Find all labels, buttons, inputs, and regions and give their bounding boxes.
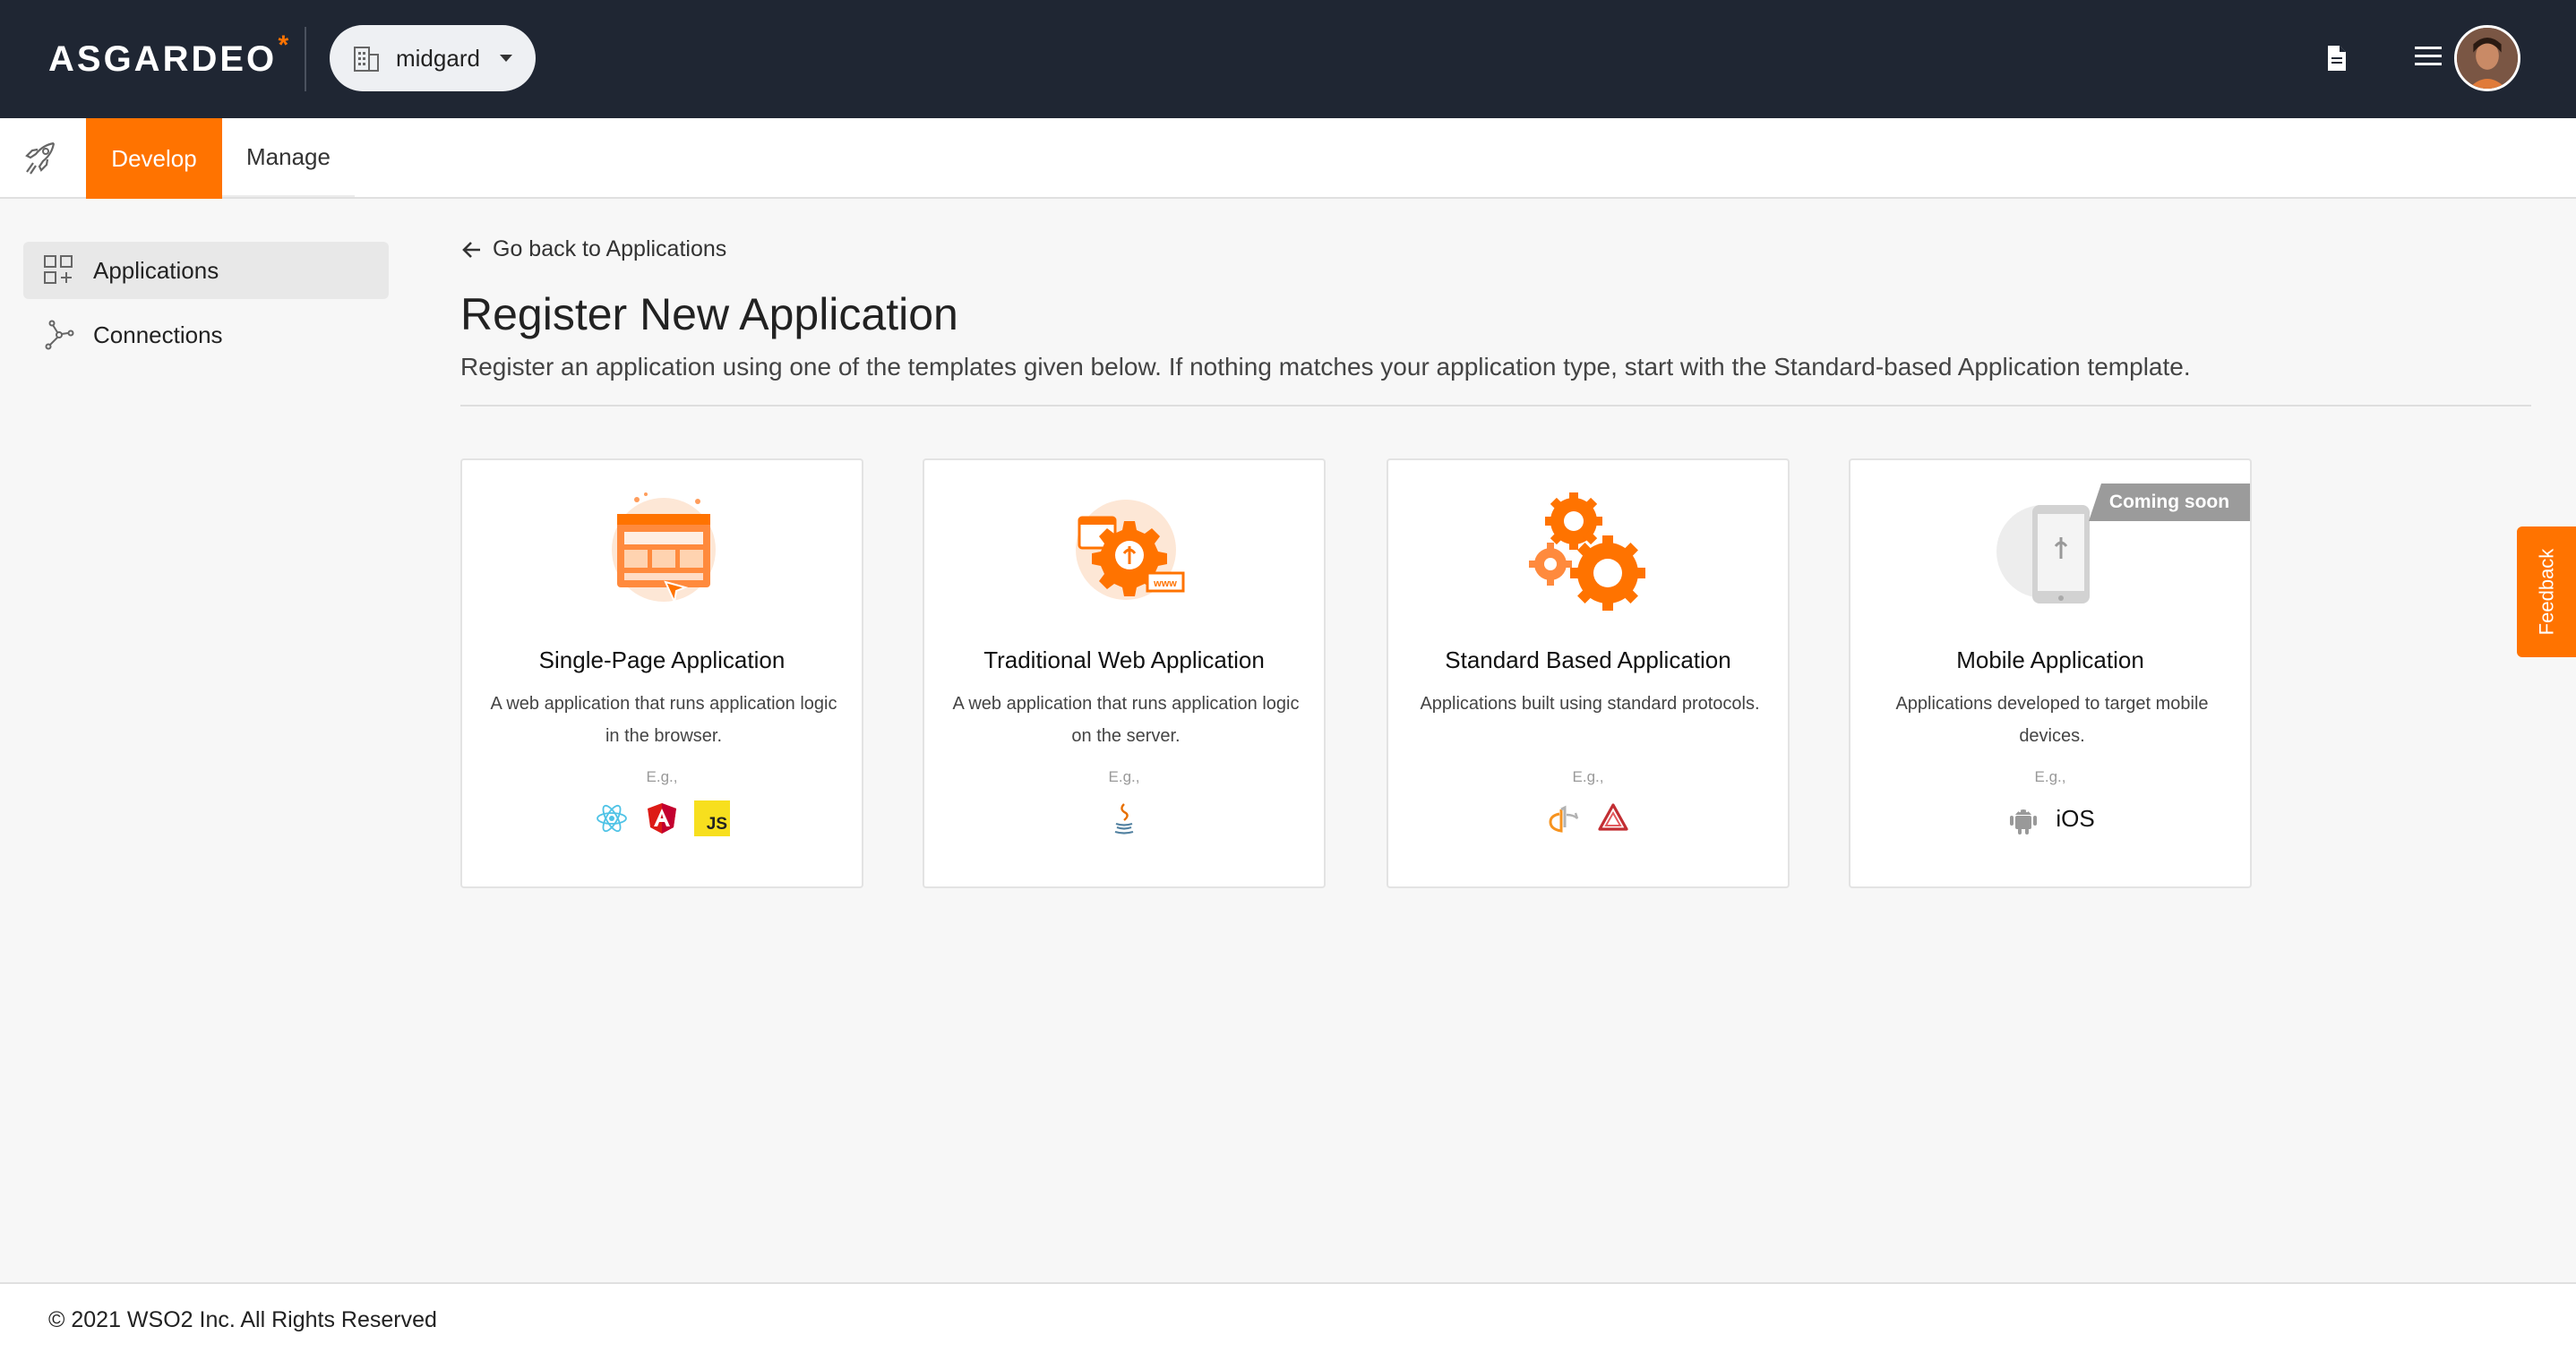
ios-label: iOS (2056, 804, 2095, 832)
card-eg-label: E.g., (2034, 768, 2066, 785)
user-avatar[interactable] (2454, 25, 2520, 91)
template-card-standard-based[interactable]: Standard Based Application Applications … (1387, 458, 1790, 888)
card-description: Applications developed to target mobile … (1895, 694, 2209, 746)
card-tech-icons (924, 800, 1324, 836)
hamburger-menu-icon[interactable] (2415, 45, 2442, 68)
sidebar-item-connections[interactable]: Connections (23, 306, 389, 364)
page-title: Register New Application (460, 289, 958, 339)
openid-icon (1549, 805, 1579, 833)
divider (460, 405, 2531, 407)
card-title: Standard Based Application (1445, 646, 1731, 673)
card-title: Traditional Web Application (983, 646, 1265, 673)
card-description: A web application that runs application … (490, 694, 837, 746)
applications-grid-icon (44, 255, 73, 284)
card-description: Applications built using standard protoc… (1420, 694, 1760, 714)
card-eg-label: E.g., (646, 768, 678, 785)
tab-bar: Develop Manage (0, 118, 2576, 199)
card-tech-icons: JS (462, 800, 862, 836)
organization-switcher[interactable]: midgard (330, 25, 536, 91)
organization-name: midgard (396, 44, 480, 72)
javascript-icon: JS (694, 800, 730, 836)
traditional-web-app-illustration: www (1076, 500, 1185, 600)
android-icon (2010, 809, 2038, 835)
page-description: Register an application using one of the… (460, 353, 2191, 381)
feedback-button[interactable]: Feedback (2517, 526, 2576, 657)
javascript-icon-label: JS (706, 815, 727, 834)
template-card-traditional-web[interactable]: www Traditional Web Application A web ap… (923, 458, 1326, 888)
card-title: Mobile Application (1956, 646, 2144, 673)
template-card-spa[interactable]: Single-Page Application A web applicatio… (460, 458, 863, 888)
copyright-text: © 2021 WSO2 Inc. All Rights Reserved (48, 1307, 437, 1332)
avatar-image (2457, 28, 2518, 89)
card-description: A web application that runs application … (952, 694, 1300, 746)
logo-mark: * (278, 30, 292, 60)
footer: © 2021 WSO2 Inc. All Rights Reserved (0, 1282, 2576, 1361)
card-tech-icons: iOS (1850, 800, 2250, 836)
document-icon[interactable] (2325, 45, 2348, 72)
single-page-app-illustration (612, 492, 716, 605)
building-icon (354, 47, 379, 72)
sidebar-item-label: Connections (93, 321, 223, 348)
back-to-applications-link[interactable]: Go back to Applications (460, 236, 726, 262)
card-title: Single-Page Application (538, 646, 786, 673)
saml-icon (1598, 803, 1628, 831)
angular-icon (648, 803, 676, 834)
connections-icon (45, 320, 74, 350)
template-card-mobile[interactable]: Coming soon Mobile Application Applicati… (1849, 458, 2252, 888)
back-link-label: Go back to Applications (493, 236, 727, 261)
svg-text:www: www (1153, 578, 1177, 589)
sidebar-item-applications[interactable]: Applications (23, 242, 389, 299)
java-icon (1114, 803, 1134, 835)
asgardeo-logo[interactable]: ASGARDEO * (48, 30, 288, 80)
arrow-left-icon (462, 241, 480, 258)
card-eg-label: E.g., (1572, 768, 1604, 785)
tab-manage[interactable]: Manage (222, 118, 355, 197)
chevron-down-icon (499, 55, 512, 62)
rocket-icon[interactable] (20, 138, 61, 179)
standard-based-app-illustration (1529, 492, 1645, 611)
sidebar-item-label: Applications (93, 256, 219, 284)
card-eg-label: E.g., (1108, 768, 1140, 785)
logo-text: ASGARDEO (48, 39, 278, 79)
coming-soon-badge: Coming soon (2089, 484, 2250, 521)
top-header: ASGARDEO * midgard (0, 0, 2576, 118)
card-tech-icons (1388, 800, 1788, 836)
tab-develop[interactable]: Develop (86, 118, 222, 199)
feedback-label: Feedback (2535, 548, 2557, 636)
header-divider (305, 27, 306, 91)
react-icon (597, 804, 627, 833)
